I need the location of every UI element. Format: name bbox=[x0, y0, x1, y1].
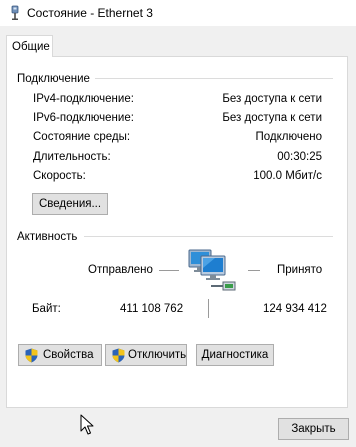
ipv4-label: IPv4-подключение: bbox=[33, 93, 134, 105]
bytes-divider bbox=[208, 299, 209, 318]
tab-general[interactable]: Общие bbox=[6, 35, 53, 57]
uac-shield-icon bbox=[25, 348, 38, 363]
sent-dash bbox=[159, 270, 179, 271]
network-adapter-icon bbox=[11, 5, 19, 20]
window-title: Состояние - Ethernet 3 bbox=[27, 6, 153, 20]
duration-label: Длительность: bbox=[33, 151, 111, 163]
received-dash bbox=[248, 270, 260, 271]
network-status-dialog: Состояние - Ethernet 3 Общие Подключение… bbox=[0, 0, 356, 447]
disable-button-label: Отключить bbox=[128, 349, 187, 361]
uac-shield-icon bbox=[112, 348, 125, 363]
connection-group-divider bbox=[95, 78, 333, 79]
title-bar[interactable]: Состояние - Ethernet 3 bbox=[0, 0, 356, 26]
ipv4-value: Без доступа к сети bbox=[222, 93, 322, 105]
close-button[interactable]: Закрыть bbox=[278, 418, 349, 440]
duration-value: 00:30:25 bbox=[277, 151, 322, 163]
properties-button[interactable]: Свойства bbox=[18, 344, 102, 366]
sent-label: Отправлено bbox=[88, 264, 153, 276]
details-button[interactable]: Сведения... bbox=[32, 193, 108, 215]
speed-label: Скорость: bbox=[33, 170, 86, 182]
activity-group-title: Активность bbox=[17, 231, 78, 243]
received-label: Принято bbox=[277, 264, 323, 276]
bytes-received-value: 124 934 412 bbox=[263, 303, 327, 315]
media-state-value: Подключено bbox=[255, 131, 323, 143]
speed-value: 100.0 Мбит/с bbox=[253, 170, 322, 182]
tab-general-label: Общие bbox=[12, 41, 50, 53]
activity-group-divider bbox=[84, 236, 333, 237]
bytes-sent-value: 411 108 762 bbox=[120, 303, 184, 315]
bytes-label: Байт: bbox=[32, 303, 61, 315]
ipv6-value: Без доступа к сети bbox=[222, 112, 322, 124]
disable-button[interactable]: Отключить bbox=[105, 344, 187, 366]
network-computers-icon bbox=[188, 249, 236, 291]
connection-group-title: Подключение bbox=[17, 73, 90, 85]
ipv6-label: IPv6-подключение: bbox=[33, 112, 134, 124]
mouse-pointer-icon bbox=[80, 414, 94, 435]
properties-button-label: Свойства bbox=[43, 349, 94, 361]
media-state-label: Состояние среды: bbox=[33, 131, 131, 143]
diagnose-button[interactable]: Диагностика bbox=[196, 344, 274, 366]
